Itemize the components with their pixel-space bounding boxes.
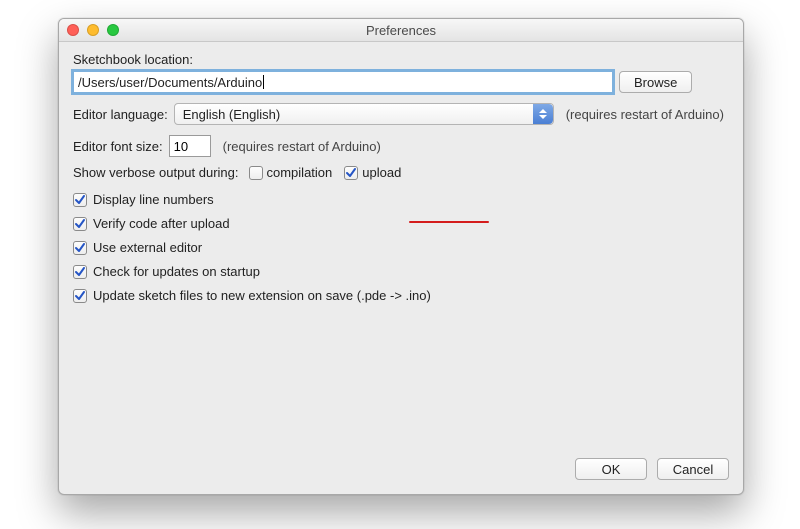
preferences-window: Preferences Sketchbook location: /Users/…: [58, 18, 744, 495]
dialog-footer: OK Cancel: [575, 458, 729, 480]
option-checkbox[interactable]: [73, 265, 87, 279]
option-label: Display line numbers: [93, 192, 214, 207]
sketchbook-location-field[interactable]: /Users/user/Documents/Arduino: [73, 71, 613, 93]
verbose-label: Show verbose output during:: [73, 165, 239, 180]
font-size-label: Editor font size:: [73, 139, 163, 154]
language-restart-note: (requires restart of Arduino): [566, 107, 724, 122]
text-caret-icon: [263, 75, 264, 89]
sketchbook-label: Sketchbook location:: [73, 52, 729, 67]
sketchbook-location-value: /Users/user/Documents/Arduino: [78, 75, 262, 90]
select-arrows-icon: [533, 104, 553, 124]
option-checkbox[interactable]: [73, 289, 87, 303]
titlebar: Preferences: [59, 19, 743, 42]
option-label: Update sketch files to new extension on …: [93, 288, 431, 303]
annotation-underline: [409, 221, 489, 223]
editor-language-select[interactable]: English (English): [174, 103, 554, 125]
browse-button[interactable]: Browse: [619, 71, 692, 93]
option-checkbox[interactable]: [73, 241, 87, 255]
font-size-input[interactable]: [169, 135, 211, 157]
option-row: Check for updates on startup: [73, 264, 729, 279]
window-controls: [59, 24, 119, 36]
ok-button[interactable]: OK: [575, 458, 647, 480]
font-size-restart-note: (requires restart of Arduino): [223, 139, 381, 154]
editor-language-value: English (English): [183, 107, 281, 122]
compilation-checkbox-label: compilation: [267, 165, 333, 180]
close-icon[interactable]: [67, 24, 79, 36]
window-title: Preferences: [59, 23, 743, 38]
option-row: Update sketch files to new extension on …: [73, 288, 729, 303]
option-label: Verify code after upload: [93, 216, 230, 231]
minimize-icon[interactable]: [87, 24, 99, 36]
upload-checkbox[interactable]: [344, 166, 358, 180]
upload-checkbox-label: upload: [362, 165, 401, 180]
option-label: Use external editor: [93, 240, 202, 255]
option-label: Check for updates on startup: [93, 264, 260, 279]
dialog-body: Sketchbook location: /Users/user/Documen…: [59, 42, 743, 326]
option-row: Use external editor: [73, 240, 729, 255]
compilation-checkbox[interactable]: [249, 166, 263, 180]
editor-language-label: Editor language:: [73, 107, 168, 122]
option-checkbox[interactable]: [73, 193, 87, 207]
cancel-button[interactable]: Cancel: [657, 458, 729, 480]
option-row: Verify code after upload: [73, 216, 729, 231]
zoom-icon[interactable]: [107, 24, 119, 36]
option-row: Display line numbers: [73, 192, 729, 207]
option-checkbox[interactable]: [73, 217, 87, 231]
